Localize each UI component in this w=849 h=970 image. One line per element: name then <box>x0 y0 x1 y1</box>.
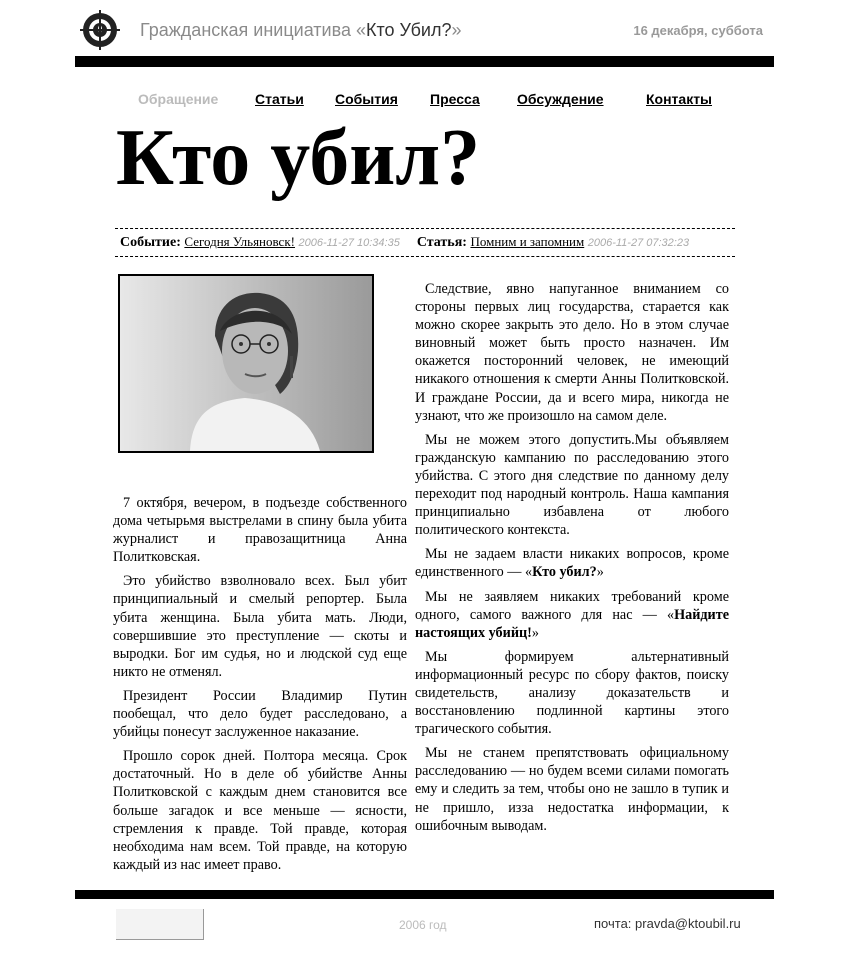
crosshair-globe-icon[interactable] <box>80 10 120 50</box>
dashed-divider-top <box>115 228 735 229</box>
nav-item-events[interactable]: События <box>335 91 398 107</box>
article-link[interactable]: Помним и запомним <box>470 234 584 249</box>
portrait-photo <box>118 274 374 453</box>
current-date: 16 декабря, суббота <box>633 23 763 38</box>
site-title-suffix: » <box>451 20 462 40</box>
paragraph: Президент России Владимир Путин пообещал… <box>113 687 407 741</box>
paragraph: Прошло сорок дней. Полтора месяца. Срок … <box>113 748 407 873</box>
site-title-prefix: Гражданская инициатива « <box>140 20 366 40</box>
event-label: Событие: <box>120 235 181 250</box>
article-label: Статья: <box>416 235 467 250</box>
event-timestamp: 2006-11-27 10:34:35 <box>298 237 400 249</box>
paragraph: Мы не заявляем никаких требований кроме … <box>415 588 729 642</box>
paragraph: 7 октября, вечером, в подъезде собственн… <box>113 495 407 566</box>
latest-updates: Событие: Сегодня Ульяновск! 2006-11-27 1… <box>120 234 689 251</box>
dashed-divider-bottom <box>115 256 735 257</box>
paragraph-text: » <box>596 564 604 581</box>
footer-divider <box>75 890 774 899</box>
paragraph: Мы не можем этого допустить.Мы объявляем… <box>415 431 729 539</box>
paragraph: Мы не станем препятствовать официальному… <box>415 745 729 834</box>
paragraph: Это убийство взволновало всех. Был убит … <box>113 573 407 680</box>
paragraph: Следствие, явно напуганное вниманием со … <box>415 281 729 424</box>
counter-badge[interactable] <box>116 909 204 940</box>
footer-contact: почта: pravda@ktoubil.ru <box>594 916 741 931</box>
nav-item-appeal[interactable]: Обращение <box>138 91 218 107</box>
nav-item-contacts[interactable]: Контакты <box>646 91 712 107</box>
page-headline: Кто убил? <box>116 114 481 202</box>
nav-item-articles[interactable]: Статьи <box>255 91 304 107</box>
footer-year: 2006 год <box>399 918 447 932</box>
site-title[interactable]: Гражданская инициатива «Кто Убил?» <box>140 20 461 41</box>
paragraph: Мы формируем альтернативный информационн… <box>415 648 729 738</box>
main-nav: Обращение Статьи События Пресса Обсужден… <box>0 91 849 111</box>
site-title-name: Кто Убил? <box>366 20 452 40</box>
header-divider <box>75 56 774 67</box>
paragraph: Мы не задаем власти никаких вопросов, кр… <box>415 545 729 581</box>
email-link[interactable]: pravda@ktoubil.ru <box>635 916 741 931</box>
event-link[interactable]: Сегодня Ульяновск! <box>184 234 295 249</box>
nav-item-press[interactable]: Пресса <box>430 91 480 107</box>
article-timestamp: 2006-11-27 07:32:23 <box>587 237 690 249</box>
emphasis-who-killed: Кто убил? <box>532 564 597 581</box>
paragraph-text: » <box>531 624 539 641</box>
email-label: почта: <box>594 916 632 931</box>
article-left-column: 7 октября, вечером, в подъезде собственн… <box>113 494 407 880</box>
article-right-column: Следствие, явно напуганное вниманием со … <box>415 280 729 841</box>
nav-item-discussion[interactable]: Обсуждение <box>517 91 604 107</box>
